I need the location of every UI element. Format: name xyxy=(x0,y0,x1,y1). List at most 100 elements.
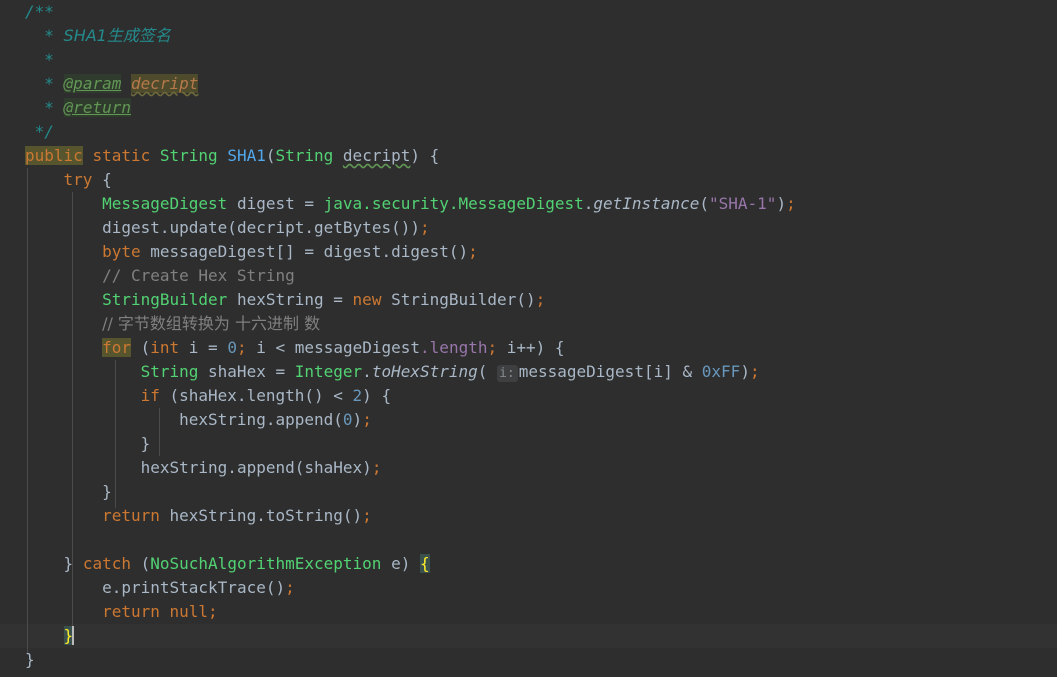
call-length: length xyxy=(246,386,305,405)
number-0: 0 xyxy=(227,338,237,357)
var-digest: digest xyxy=(323,242,382,261)
javadoc-star: * xyxy=(44,26,54,45)
pkg-java: java xyxy=(323,194,363,213)
code-line[interactable]: * @param decript xyxy=(0,72,1057,96)
keyword-try: try xyxy=(63,170,93,189)
var-hexstring: hexString xyxy=(140,458,228,477)
code-line[interactable]: StringBuilder hexString = new StringBuil… xyxy=(0,288,1057,312)
brace-match-open: { xyxy=(420,554,430,573)
keyword-if: if xyxy=(140,386,160,405)
keyword-new: new xyxy=(352,290,382,309)
code-line[interactable]: try { xyxy=(0,168,1057,192)
javadoc-open: /** xyxy=(25,2,54,21)
javadoc-tag-return: @return xyxy=(63,98,131,117)
javadoc-star: * xyxy=(44,50,54,69)
keyword-for-highlighted: for xyxy=(102,338,131,357)
parameter-decript: decript xyxy=(236,218,305,237)
var-i: i xyxy=(653,362,664,381)
code-line[interactable]: // 字节数组转换为 十六进制 数 xyxy=(0,312,1057,336)
call-getinstance: getInstance xyxy=(593,194,700,213)
javadoc-tag-param: @param xyxy=(63,74,122,93)
var-digest: digest xyxy=(102,218,160,237)
code-line[interactable]: byte messageDigest[] = digest.digest(); xyxy=(0,240,1057,264)
type-stringbuilder: StringBuilder xyxy=(102,290,228,309)
code-editor[interactable]: /** * SHA1生成签名 * * @param decript * @ret… xyxy=(0,0,1057,677)
keyword-public-highlighted: public xyxy=(25,146,83,165)
code-line[interactable]: * @return xyxy=(0,96,1057,120)
number-0: 0 xyxy=(342,410,353,429)
code-line[interactable]: public static String SHA1(String decript… xyxy=(0,144,1057,168)
var-shahex: shaHex xyxy=(179,386,237,405)
code-line[interactable]: e.printStackTrace(); xyxy=(0,576,1057,600)
call-append: append xyxy=(236,458,295,477)
type-messagedigest: MessageDigest xyxy=(458,194,584,213)
code-line[interactable]: * SHA1生成签名 xyxy=(0,24,1057,48)
code-line[interactable]: } xyxy=(0,624,1057,648)
code-line[interactable]: if (shaHex.length() < 2) { xyxy=(0,384,1057,408)
code-line[interactable]: } xyxy=(0,480,1057,504)
var-e: e xyxy=(391,554,401,573)
parameter-hint-i[interactable]: i: xyxy=(497,365,518,382)
number-2: 2 xyxy=(352,386,363,405)
type-integer: Integer xyxy=(294,362,363,381)
type-messagedigest: MessageDigest xyxy=(102,194,228,213)
keyword-null: null xyxy=(169,602,209,621)
javadoc-star: * xyxy=(44,98,54,117)
code-line[interactable]: // Create Hex String xyxy=(0,264,1057,288)
call-update: update xyxy=(169,218,228,237)
method-declaration-name[interactable]: SHA1 xyxy=(227,146,266,165)
type-string: String xyxy=(275,146,334,165)
code-line[interactable]: MessageDigest digest = java.security.Mes… xyxy=(0,192,1057,216)
var-i: i xyxy=(256,338,266,357)
call-tohexstring: toHexString xyxy=(371,362,478,381)
field-length: length xyxy=(429,338,488,357)
type-stringbuilder: StringBuilder xyxy=(391,290,517,309)
type-nosuchalgorithmexception: NoSuchAlgorithmException xyxy=(150,554,382,573)
var-i: i xyxy=(188,338,199,357)
var-hexstring: hexString xyxy=(236,290,324,309)
keyword-byte: byte xyxy=(102,242,141,261)
keyword-int: int xyxy=(150,338,180,357)
var-hexstring: hexString xyxy=(169,506,257,525)
call-digest: digest xyxy=(391,242,449,261)
keyword-return: return xyxy=(102,506,160,525)
call-printstacktrace: printStackTrace xyxy=(121,578,266,597)
code-line[interactable]: return hexString.toString(); xyxy=(0,504,1057,528)
code-line[interactable] xyxy=(0,528,1057,552)
code-line[interactable]: * xyxy=(0,48,1057,72)
var-shahex: shaHex xyxy=(304,458,363,477)
var-messagedigest: messageDigest xyxy=(518,362,644,381)
code-line[interactable]: for (int i = 0; i < messageDigest.length… xyxy=(0,336,1057,360)
keyword-static: static xyxy=(92,146,151,165)
code-line[interactable]: */ xyxy=(0,120,1057,144)
code-line[interactable]: return null; xyxy=(0,600,1057,624)
pkg-security: security xyxy=(371,194,449,213)
keyword-catch: catch xyxy=(82,554,131,573)
code-line[interactable]: hexString.append(0); xyxy=(0,408,1057,432)
text-caret xyxy=(72,626,75,645)
var-hexstring: hexString xyxy=(179,410,266,429)
code-line[interactable]: digest.update(decript.getBytes()); xyxy=(0,216,1057,240)
parameter-decript: decript xyxy=(342,146,411,165)
number-0xff: 0xFF xyxy=(701,362,741,381)
call-append: append xyxy=(275,410,334,429)
var-messagedigest: messageDigest xyxy=(294,338,421,357)
var-i: i xyxy=(506,338,517,357)
javadoc-star: * xyxy=(44,74,54,93)
comment-create-hex-string: // Create Hex String xyxy=(102,266,295,285)
var-shahex: shaHex xyxy=(208,362,266,381)
code-line[interactable]: String shaHex = Integer.toHexString( i: m… xyxy=(0,360,1057,384)
var-messagedigest: messageDigest xyxy=(150,242,276,261)
type-string: String xyxy=(140,362,199,381)
code-content[interactable]: /** * SHA1生成签名 * * @param decript * @ret… xyxy=(0,0,1057,672)
javadoc-param-value: decript xyxy=(130,74,199,93)
call-tostring: toString xyxy=(265,506,343,525)
code-line[interactable]: /** xyxy=(0,0,1057,24)
code-line[interactable]: } xyxy=(0,432,1057,456)
javadoc-summary: SHA1生成签名 xyxy=(63,26,171,45)
comment-chinese: // 字节数组转换为 十六进制 数 xyxy=(102,314,321,333)
code-line[interactable]: hexString.append(shaHex); xyxy=(0,456,1057,480)
code-line[interactable]: } xyxy=(0,648,1057,672)
code-line[interactable]: } catch (NoSuchAlgorithmException e) { xyxy=(0,552,1057,576)
string-sha1: "SHA-1" xyxy=(709,194,777,213)
